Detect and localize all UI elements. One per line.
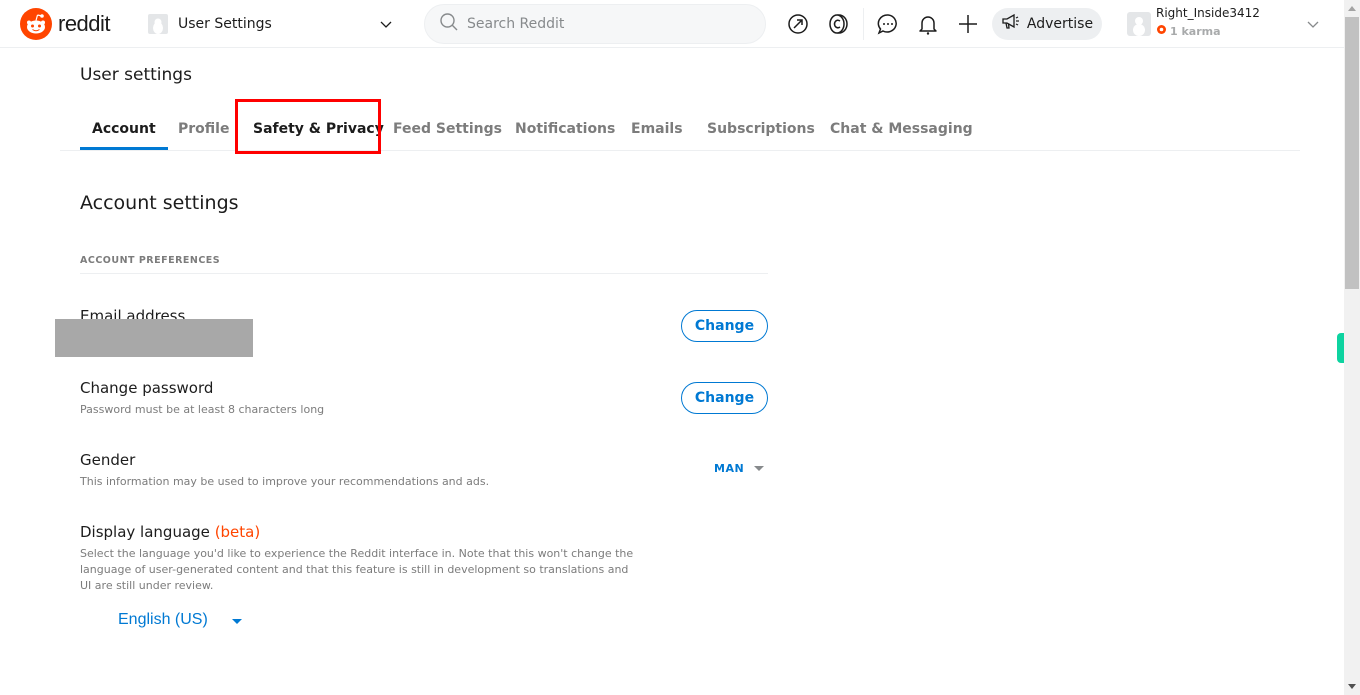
password-description: Password must be at least 8 characters l…	[80, 403, 325, 416]
tab-chat-messaging[interactable]: Chat & Messaging	[818, 108, 985, 150]
chevron-down-icon	[379, 16, 393, 35]
search-icon	[439, 12, 459, 36]
language-title-text: Display language	[80, 523, 210, 541]
language-dropdown[interactable]: English (US)	[118, 611, 242, 629]
chat-icon[interactable]	[876, 12, 900, 36]
search-input[interactable]	[467, 16, 737, 32]
language-title: Display language (beta)	[80, 523, 260, 541]
karma-count: 1 karma	[1156, 24, 1221, 38]
gender-title: Gender	[80, 451, 136, 469]
scroll-up-arrow-icon[interactable]	[1348, 6, 1356, 11]
karma-icon	[1156, 24, 1167, 38]
advertise-label: Advertise	[1026, 16, 1094, 32]
scroll-thumb[interactable]	[1345, 17, 1359, 289]
tab-subscriptions[interactable]: Subscriptions	[695, 108, 827, 150]
karma-label: 1 karma	[1170, 24, 1221, 38]
header-divider	[863, 8, 864, 40]
highlight-annotation	[235, 99, 381, 154]
section-title: Account settings	[80, 192, 239, 214]
side-widget-tab[interactable]	[1337, 333, 1344, 363]
megaphone-icon	[1001, 13, 1021, 35]
language-description: Select the language you'd like to experi…	[80, 547, 634, 592]
caret-down-icon	[231, 619, 242, 624]
beta-label: (beta)	[214, 523, 261, 541]
advertise-button[interactable]: Advertise	[992, 8, 1102, 40]
language-value: English (US)	[118, 611, 208, 628]
community-avatar-icon	[148, 14, 168, 34]
tab-notifications[interactable]: Notifications	[503, 108, 627, 150]
create-post-icon[interactable]	[956, 12, 980, 36]
gender-description: This information may be used to improve …	[80, 475, 490, 488]
username: Right_Inside3412	[1156, 6, 1260, 20]
tab-profile[interactable]: Profile	[166, 108, 241, 150]
snoo-icon	[20, 8, 52, 40]
search-bar[interactable]	[424, 4, 766, 44]
reddit-logo[interactable]: reddit	[20, 8, 111, 40]
chevron-down-icon	[1306, 16, 1320, 35]
user-menu[interactable]: Right_Inside3412 1 karma	[1120, 4, 1332, 44]
coins-icon[interactable]	[826, 12, 850, 36]
popular-icon[interactable]	[786, 12, 810, 36]
user-avatar	[1127, 12, 1151, 36]
notifications-icon[interactable]	[916, 12, 940, 36]
password-title: Change password	[80, 379, 214, 397]
scroll-down-arrow-icon[interactable]	[1348, 684, 1356, 689]
caret-down-icon	[754, 466, 765, 471]
gender-value: MAN	[714, 462, 745, 475]
logo-text: reddit	[58, 11, 111, 36]
community-dropdown[interactable]: User Settings	[140, 8, 405, 40]
page-scrollbar[interactable]	[1344, 0, 1360, 695]
community-label: User Settings	[178, 16, 272, 32]
tab-emails[interactable]: Emails	[619, 108, 695, 150]
gender-dropdown[interactable]: MAN	[714, 462, 765, 475]
page-title: User settings	[80, 65, 192, 85]
top-header: reddit User Settings Advertise	[0, 0, 1344, 48]
change-password-button[interactable]: Change	[681, 382, 768, 414]
tab-feed-settings[interactable]: Feed Settings	[381, 108, 514, 150]
redacted-email	[55, 319, 253, 357]
change-email-button[interactable]: Change	[681, 310, 768, 342]
tab-account[interactable]: Account	[80, 108, 168, 150]
account-preferences-header: ACCOUNT PREFERENCES	[80, 255, 768, 274]
